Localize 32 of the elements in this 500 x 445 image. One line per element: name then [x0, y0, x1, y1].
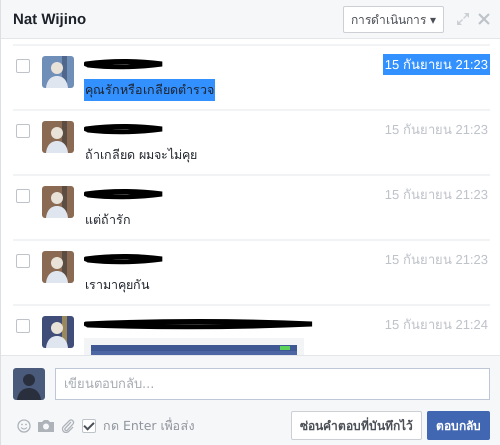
message-time: 15 กันยายน 21:24	[384, 316, 489, 334]
message-time: 15 กันยายน 21:23	[382, 54, 490, 74]
checkbox[interactable]	[16, 254, 30, 268]
reply-button[interactable]: ตอบกลับ	[427, 411, 490, 440]
avatar	[42, 316, 74, 348]
message-time: 15 กันยายน 21:23	[384, 186, 489, 204]
camera-icon[interactable]	[38, 419, 54, 432]
message-text: เรามาคุยกัน	[84, 276, 151, 294]
avatar	[42, 251, 74, 283]
smiley-icon[interactable]	[17, 418, 31, 432]
message-text: แต่ถ้ารัก	[84, 211, 132, 229]
avatar	[13, 368, 45, 400]
checkbox[interactable]	[82, 418, 96, 432]
enter-to-send-label: กด Enter เพื่อส่ง	[103, 416, 194, 434]
actions-button[interactable]: การดำเนินการ ▾	[343, 6, 444, 32]
close-icon[interactable]	[478, 13, 490, 25]
paperclip-icon[interactable]	[61, 418, 75, 432]
message-time: 15 กันยายน 21:23	[384, 250, 489, 268]
message-text: ถ้าเกลียด ผมจะไม่คุย	[84, 146, 198, 164]
window-title: Nat Wijino	[13, 10, 88, 28]
checkbox[interactable]	[16, 189, 30, 203]
expand-icon[interactable]	[456, 12, 470, 26]
message-time: 15 กันยายน 21:23	[384, 120, 489, 138]
checkbox[interactable]	[16, 124, 30, 138]
message-text: คุณรักหรือเกลียดตำรวจ	[84, 79, 215, 101]
avatar	[42, 56, 74, 88]
hide-saved-replies-button[interactable]: ซ่อนคำตอบที่บันทึกไว้	[291, 411, 422, 440]
reply-field[interactable]: เขียนตอบกลับ...	[55, 368, 490, 400]
avatar	[42, 186, 74, 218]
checkbox[interactable]	[16, 319, 30, 333]
checkbox[interactable]	[16, 59, 30, 73]
avatar	[42, 121, 74, 153]
